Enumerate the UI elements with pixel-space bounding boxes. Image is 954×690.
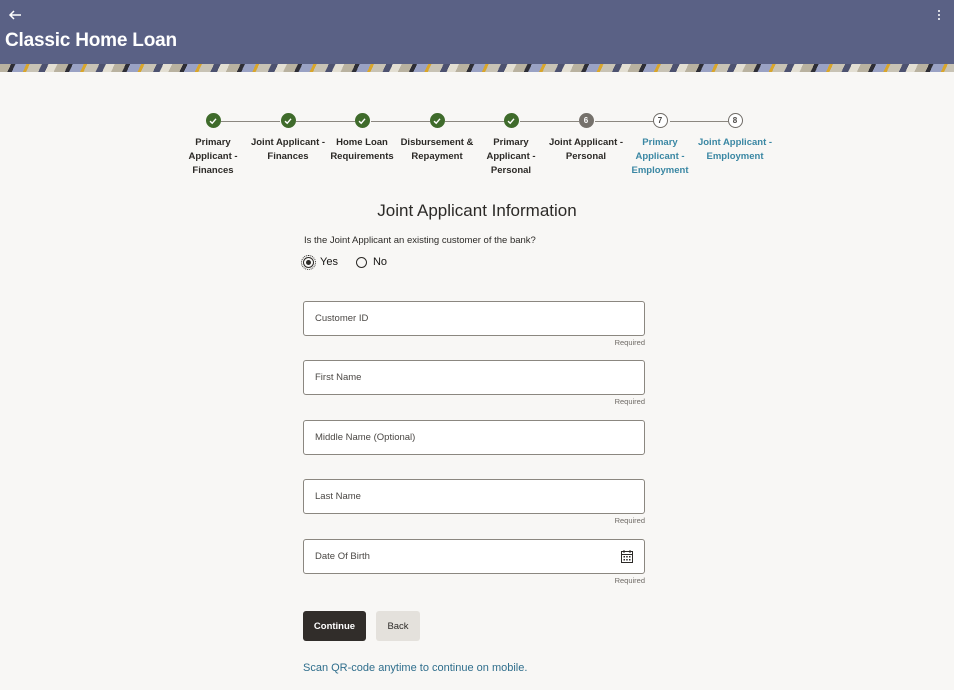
step-label: Joint Applicant - Personal (548, 137, 624, 162)
customer-id-input[interactable] (304, 302, 644, 335)
date-of-birth-field[interactable] (303, 539, 645, 574)
step-label: Joint Applicant - Finances (250, 137, 326, 162)
step-label: Primary Applicant - Finances (188, 137, 238, 176)
step-joint-applicant-personal: 6 Joint Applicant - Personal (548, 112, 624, 164)
radio-no[interactable]: No (355, 256, 388, 268)
first-name-field[interactable] (303, 360, 645, 395)
decorative-banner (0, 64, 954, 72)
kebab-menu-icon[interactable] (936, 10, 942, 24)
existing-customer-question: Is the Joint Applicant an existing custo… (304, 235, 536, 246)
step-primary-applicant-employment: 7 Primary Applicant - Employment (622, 112, 698, 178)
check-icon (205, 113, 221, 128)
last-name-field[interactable] (303, 479, 645, 514)
radio-yes[interactable]: Yes (301, 254, 338, 270)
date-of-birth-input[interactable] (304, 540, 644, 573)
progress-stepper: Primary Applicant - Finances Joint Appli… (175, 112, 775, 182)
app-header: Classic Home Loan (0, 0, 954, 64)
back-arrow-icon[interactable] (8, 8, 26, 26)
date-of-birth-required: Required (614, 576, 645, 585)
step-number: 7 (652, 113, 668, 128)
back-button[interactable]: Back (376, 611, 420, 641)
check-icon (503, 113, 519, 128)
step-primary-applicant-finances: Primary Applicant - Finances (175, 112, 251, 178)
first-name-required: Required (614, 397, 645, 406)
step-number: 8 (727, 113, 743, 128)
radio-yes-label: Yes (320, 256, 338, 268)
step-label: Home Loan Requirements (330, 137, 394, 162)
radio-yes-indicator[interactable] (301, 254, 316, 270)
last-name-input[interactable] (304, 480, 644, 513)
middle-name-input[interactable] (304, 421, 644, 454)
last-name-required: Required (614, 516, 645, 525)
page-title: Classic Home Loan (5, 30, 177, 51)
step-joint-applicant-employment: 8 Joint Applicant - Employment (697, 112, 773, 164)
step-joint-applicant-finances: Joint Applicant - Finances (250, 112, 326, 164)
step-label: Disbursement & Repayment (400, 137, 474, 162)
continue-button[interactable]: Continue (303, 611, 366, 641)
check-icon (354, 113, 370, 128)
step-home-loan-requirements: Home Loan Requirements (324, 112, 400, 164)
middle-name-field[interactable] (303, 420, 645, 455)
calendar-icon[interactable] (621, 550, 633, 563)
customer-id-field[interactable] (303, 301, 645, 336)
step-label: Primary Applicant - Personal (486, 137, 536, 176)
check-icon (429, 113, 445, 128)
step-disbursement-repayment: Disbursement & Repayment (399, 112, 475, 164)
step-label: Joint Applicant - Employment (697, 137, 773, 162)
radio-no-indicator[interactable] (355, 256, 367, 268)
customer-id-required: Required (614, 338, 645, 347)
radio-no-label: No (372, 256, 388, 268)
step-label: Primary Applicant - Employment (631, 137, 689, 176)
section-title: Joint Applicant Information (377, 201, 577, 220)
scan-qr-link[interactable]: Scan QR-code anytime to continue on mobi… (303, 662, 527, 674)
first-name-input[interactable] (304, 361, 644, 394)
check-icon (280, 113, 296, 128)
existing-customer-radio-group: Yes No (301, 254, 405, 270)
step-primary-applicant-personal: Primary Applicant - Personal (473, 112, 549, 178)
step-number: 6 (578, 113, 594, 128)
